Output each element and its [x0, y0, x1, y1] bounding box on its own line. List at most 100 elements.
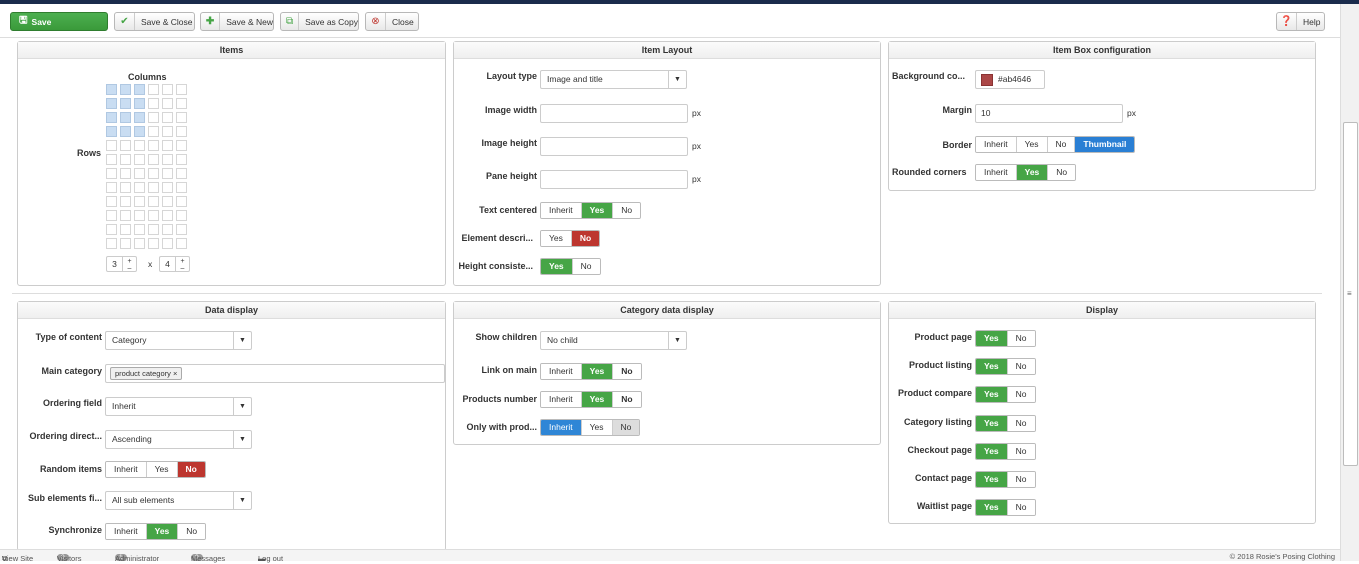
save-new-button[interactable]: ✚ Save & New: [200, 12, 274, 31]
display-product-listing-toggle[interactable]: Yes No: [975, 358, 1036, 375]
rows-stepper[interactable]: 3 + –: [106, 256, 137, 272]
products-number-inherit[interactable]: Inherit: [541, 392, 582, 407]
grid-cell[interactable]: [134, 210, 145, 221]
grid-cell[interactable]: [148, 84, 159, 95]
grid-cell[interactable]: [176, 224, 187, 235]
grid-cell[interactable]: [106, 140, 117, 151]
grid-cell[interactable]: [162, 224, 173, 235]
grid-cell[interactable]: [162, 168, 173, 179]
grid-cell[interactable]: [162, 98, 173, 109]
grid-cell[interactable]: [148, 182, 159, 193]
display-product-compare-toggle[interactable]: Yes No: [975, 386, 1036, 403]
border-toggle[interactable]: Inherit Yes No Thumbnail: [975, 136, 1136, 153]
grid-cell[interactable]: [106, 182, 117, 193]
grid-cell[interactable]: [162, 84, 173, 95]
grid-cell[interactable]: [106, 210, 117, 221]
grid-cell[interactable]: [134, 224, 145, 235]
grid-cell[interactable]: [120, 238, 131, 249]
grid-cell[interactable]: [134, 238, 145, 249]
grid-cell[interactable]: [120, 140, 131, 151]
toggle-yes[interactable]: Yes: [976, 331, 1008, 346]
border-inherit[interactable]: Inherit: [976, 137, 1017, 152]
toggle-yes[interactable]: Yes: [976, 444, 1008, 459]
toggle-yes[interactable]: Yes: [976, 387, 1008, 402]
synchronize-toggle[interactable]: Inherit Yes No: [105, 523, 207, 540]
height-consistent-yes[interactable]: Yes: [541, 259, 573, 274]
grid-cell[interactable]: [176, 126, 187, 137]
grid-cell[interactable]: [148, 154, 159, 165]
grid-cell[interactable]: [106, 168, 117, 179]
sync-inherit[interactable]: Inherit: [106, 524, 147, 539]
grid-cell[interactable]: [176, 140, 187, 151]
sub-elements-select[interactable]: All sub elements ▼: [105, 491, 252, 510]
grid-cell[interactable]: [176, 210, 187, 221]
grid-cell[interactable]: [106, 84, 117, 95]
rounded-no[interactable]: No: [1048, 165, 1076, 180]
margin-input[interactable]: 10: [975, 104, 1123, 123]
toggle-yes[interactable]: Yes: [976, 500, 1008, 515]
rows-plus-minus[interactable]: + –: [123, 257, 136, 272]
sync-yes[interactable]: Yes: [146, 524, 179, 539]
only-with-inherit[interactable]: Inherit: [541, 420, 582, 435]
grid-cell[interactable]: [134, 182, 145, 193]
toggle-no[interactable]: No: [1007, 359, 1035, 374]
grid-cell[interactable]: [162, 126, 173, 137]
grid-cell[interactable]: [134, 126, 145, 137]
random-inherit[interactable]: Inherit: [106, 462, 147, 477]
height-consistent-toggle[interactable]: Yes No: [540, 258, 601, 275]
help-button[interactable]: ❓ Help: [1276, 12, 1325, 31]
text-centered-toggle[interactable]: Inherit Yes No: [540, 202, 642, 219]
products-number-yes[interactable]: Yes: [581, 392, 614, 407]
grid-cell[interactable]: [162, 182, 173, 193]
random-yes[interactable]: Yes: [146, 462, 178, 477]
grid-cell[interactable]: [176, 196, 187, 207]
save-button[interactable]: 🖫 Save: [10, 12, 108, 31]
cols-stepper[interactable]: 4 + –: [159, 256, 190, 272]
grid-cell[interactable]: [162, 140, 173, 151]
grid-cell[interactable]: [148, 168, 159, 179]
grid-cell[interactable]: [134, 196, 145, 207]
grid-cell[interactable]: [176, 84, 187, 95]
element-desc-yes[interactable]: Yes: [541, 231, 572, 246]
toggle-yes[interactable]: Yes: [976, 416, 1008, 431]
toggle-yes[interactable]: Yes: [976, 472, 1008, 487]
border-no[interactable]: No: [1047, 137, 1076, 152]
cols-plus-minus[interactable]: + –: [176, 257, 189, 272]
border-thumbnail[interactable]: Thumbnail: [1075, 137, 1135, 152]
grid-cell[interactable]: [120, 168, 131, 179]
toggle-no[interactable]: No: [1007, 416, 1035, 431]
rounded-inherit[interactable]: Inherit: [976, 165, 1017, 180]
grid-cell[interactable]: [120, 154, 131, 165]
type-content-select[interactable]: Category ▼: [105, 331, 252, 350]
grid-cell[interactable]: [162, 210, 173, 221]
grid-cell[interactable]: [134, 84, 145, 95]
element-desc-toggle[interactable]: Yes No: [540, 230, 601, 247]
display-category-listing-toggle[interactable]: Yes No: [975, 415, 1036, 432]
grid-cell[interactable]: [148, 126, 159, 137]
random-no[interactable]: No: [177, 462, 205, 477]
link-main-yes[interactable]: Yes: [581, 364, 614, 379]
display-contact-page-toggle[interactable]: Yes No: [975, 471, 1036, 488]
grid-cell[interactable]: [176, 238, 187, 249]
grid-cell[interactable]: [134, 154, 145, 165]
show-children-select[interactable]: No child ▼: [540, 331, 687, 350]
vertical-scrollbar[interactable]: ≡: [1340, 4, 1359, 561]
display-waitlist-page-toggle[interactable]: Yes No: [975, 499, 1036, 516]
grid-cell[interactable]: [162, 112, 173, 123]
text-centered-yes[interactable]: Yes: [581, 203, 614, 218]
random-items-toggle[interactable]: Inherit Yes No: [105, 461, 206, 478]
toggle-no[interactable]: No: [1007, 331, 1035, 346]
display-checkout-page-toggle[interactable]: Yes No: [975, 443, 1036, 460]
grid-cell[interactable]: [120, 210, 131, 221]
grid-cell[interactable]: [162, 154, 173, 165]
height-consistent-no[interactable]: No: [572, 259, 600, 274]
toggle-no[interactable]: No: [1007, 387, 1035, 402]
grid-cell[interactable]: [120, 196, 131, 207]
grid-cell[interactable]: [176, 168, 187, 179]
grid-cell[interactable]: [162, 238, 173, 249]
link-main-no[interactable]: No: [613, 364, 641, 379]
products-number-toggle[interactable]: Inherit Yes No: [540, 391, 642, 408]
grid-cell[interactable]: [134, 98, 145, 109]
toggle-no[interactable]: No: [1007, 500, 1035, 515]
grid-cell[interactable]: [120, 98, 131, 109]
